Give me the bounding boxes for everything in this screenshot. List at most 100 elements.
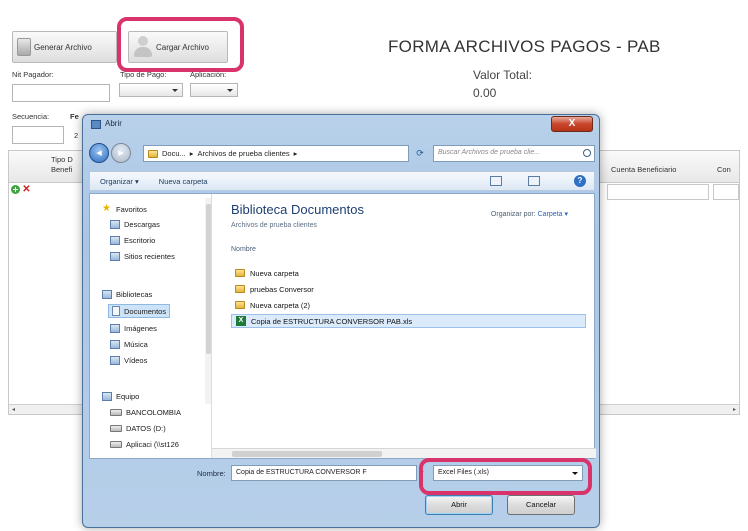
dialog-title: Abrir — [105, 119, 122, 128]
file-item-pruebas-conversor[interactable]: pruebas Conversor — [231, 282, 586, 296]
scroll-thumb[interactable] — [206, 204, 211, 354]
file-list-horizontal-scrollbar[interactable] — [212, 448, 596, 458]
nav-label: Bibliotecas — [116, 290, 153, 299]
library-title: Biblioteca Documentos — [231, 202, 364, 217]
tipo-pago-label: Tipo de Pago: — [120, 70, 167, 79]
open-button[interactable]: Abrir — [425, 495, 493, 515]
aplicacion-select[interactable] — [190, 83, 238, 97]
address-part-folder[interactable]: Archivos de prueba clientes — [198, 149, 290, 158]
column-name-header[interactable]: Nombre — [231, 246, 256, 253]
generate-file-button[interactable]: Generar Archivo — [12, 31, 117, 63]
grid-actions: ✕ — [11, 185, 31, 195]
nav-label: BANCOLOMBIA — [126, 408, 182, 417]
nav-label: Descargas — [124, 220, 160, 229]
folder-icon — [235, 301, 245, 309]
nav-item-bancolombia[interactable]: BANCOLOMBIA — [110, 408, 181, 417]
search-icon — [583, 149, 591, 157]
nav-item-bibliotecas[interactable]: Bibliotecas — [102, 290, 152, 299]
grid-col-tipo-line2: Benefi — [51, 165, 73, 174]
file-name: Copia de ESTRUCTURA CONVERSOR PAB.xls — [251, 316, 413, 326]
file-name: Nueva carpeta (2) — [250, 300, 311, 310]
help-icon[interactable]: ? — [574, 175, 586, 187]
nav-item-videos[interactable]: Vídeos — [110, 356, 147, 365]
search-placeholder: Buscar Archivos de prueba clie... — [438, 149, 541, 156]
grid-col-extra: Con — [717, 165, 731, 174]
scroll-thumb[interactable] — [232, 451, 382, 457]
close-button[interactable]: X — [551, 116, 593, 132]
nav-label: Escritorio — [124, 236, 156, 245]
desktop-icon — [110, 236, 120, 245]
nav-label: Documentos — [124, 306, 167, 316]
grid-cell-cuenta[interactable] — [607, 184, 709, 200]
secuencia-input[interactable] — [12, 126, 64, 144]
nav-label: Favoritos — [116, 204, 147, 214]
command-bar: Organizar ▾ Nueva carpeta ? — [89, 171, 595, 191]
folder-icon — [235, 285, 245, 293]
downloads-icon — [110, 220, 120, 229]
star-icon: ★ — [102, 203, 111, 214]
folder-icon — [148, 149, 158, 158]
preview-pane-icon[interactable] — [528, 176, 540, 186]
nav-item-imagenes[interactable]: Imágenes — [110, 324, 157, 333]
address-bar[interactable]: Docu... ▸ Archivos de prueba clientes ▸ — [143, 145, 409, 162]
pictures-icon — [110, 324, 120, 333]
grid-col-tipo: Tipo D — [51, 155, 73, 164]
address-part-documents[interactable]: Docu... — [162, 149, 186, 158]
arrange-label: Organizar por: — [490, 211, 536, 218]
forward-button[interactable]: ▸ — [111, 143, 131, 163]
scroll-left-icon[interactable]: ◂ — [12, 406, 15, 413]
drive-icon — [110, 409, 122, 416]
computer-icon — [102, 392, 112, 401]
secuencia-value: 2 — [74, 131, 79, 140]
address-arrow[interactable]: ▸ — [294, 149, 298, 158]
nav-label: Vídeos — [124, 356, 148, 365]
refresh-button[interactable]: ⟳ — [411, 145, 429, 162]
recent-places-icon — [110, 252, 120, 261]
cancel-button[interactable]: Cancelar — [507, 495, 575, 515]
nav-label: Equipo — [116, 392, 140, 401]
generate-file-label: Generar Archivo — [34, 42, 92, 52]
address-separator: ▸ — [189, 149, 194, 158]
upload-button-highlight — [117, 17, 244, 72]
new-folder-button[interactable]: Nueva carpeta — [149, 177, 218, 186]
delete-row-icon[interactable]: ✕ — [22, 185, 31, 195]
music-icon — [110, 340, 120, 349]
nav-pane-scrollbar[interactable] — [205, 198, 211, 404]
file-type-highlight — [419, 458, 592, 495]
nav-item-equipo[interactable]: Equipo — [102, 392, 139, 401]
file-name: Nueva carpeta — [250, 268, 299, 278]
nav-item-documentos[interactable]: Documentos — [108, 304, 171, 318]
tipo-pago-select[interactable] — [119, 83, 183, 97]
file-item-nueva-carpeta[interactable]: Nueva carpeta — [231, 266, 586, 280]
file-item-copia-estructura[interactable]: X Copia de ESTRUCTURA CONVERSOR PAB.xls — [231, 314, 586, 328]
scroll-right-icon[interactable]: ▸ — [733, 406, 736, 413]
nit-pagador-label: Nit Pagador: — [12, 70, 54, 79]
secuencia-label: Secuencia: — [12, 112, 50, 121]
filename-input[interactable]: Copia de ESTRUCTURA CONVERSOR F — [231, 465, 417, 481]
nav-label: Sitios recientes — [124, 252, 175, 261]
nav-item-favoritos[interactable]: ★ Favoritos — [102, 204, 147, 214]
view-options-icon[interactable] — [490, 176, 502, 186]
nav-item-musica[interactable]: Música — [110, 340, 148, 349]
arrange-by: Organizar por: Carpeta ▾ — [491, 210, 568, 218]
add-row-icon[interactable] — [11, 185, 20, 194]
app-icon — [91, 120, 101, 129]
nav-item-aplicaci[interactable]: Aplicaci (\\st126 — [110, 440, 179, 449]
grid-col-cuenta: Cuenta Beneficiario — [611, 165, 677, 174]
file-item-nueva-carpeta-2[interactable]: Nueva carpeta (2) — [231, 298, 586, 312]
file-icon — [17, 38, 31, 56]
nit-pagador-input[interactable] — [12, 84, 110, 102]
aplicacion-label: Aplicación: — [190, 70, 227, 79]
videos-icon — [110, 356, 120, 365]
arrange-dropdown[interactable]: Carpeta ▾ — [538, 211, 568, 218]
nav-item-descargas[interactable]: Descargas — [110, 220, 160, 229]
drive-icon — [110, 425, 122, 432]
search-input[interactable]: Buscar Archivos de prueba clie... — [433, 145, 595, 162]
nav-item-escritorio[interactable]: Escritorio — [110, 236, 155, 245]
nav-item-sitios[interactable]: Sitios recientes — [110, 252, 175, 261]
folder-icon — [235, 269, 245, 277]
grid-cell-extra[interactable] — [713, 184, 739, 200]
nav-item-datos[interactable]: DATOS (D:) — [110, 424, 166, 433]
back-button[interactable]: ◂ — [89, 143, 109, 163]
organize-menu[interactable]: Organizar ▾ — [90, 177, 149, 186]
